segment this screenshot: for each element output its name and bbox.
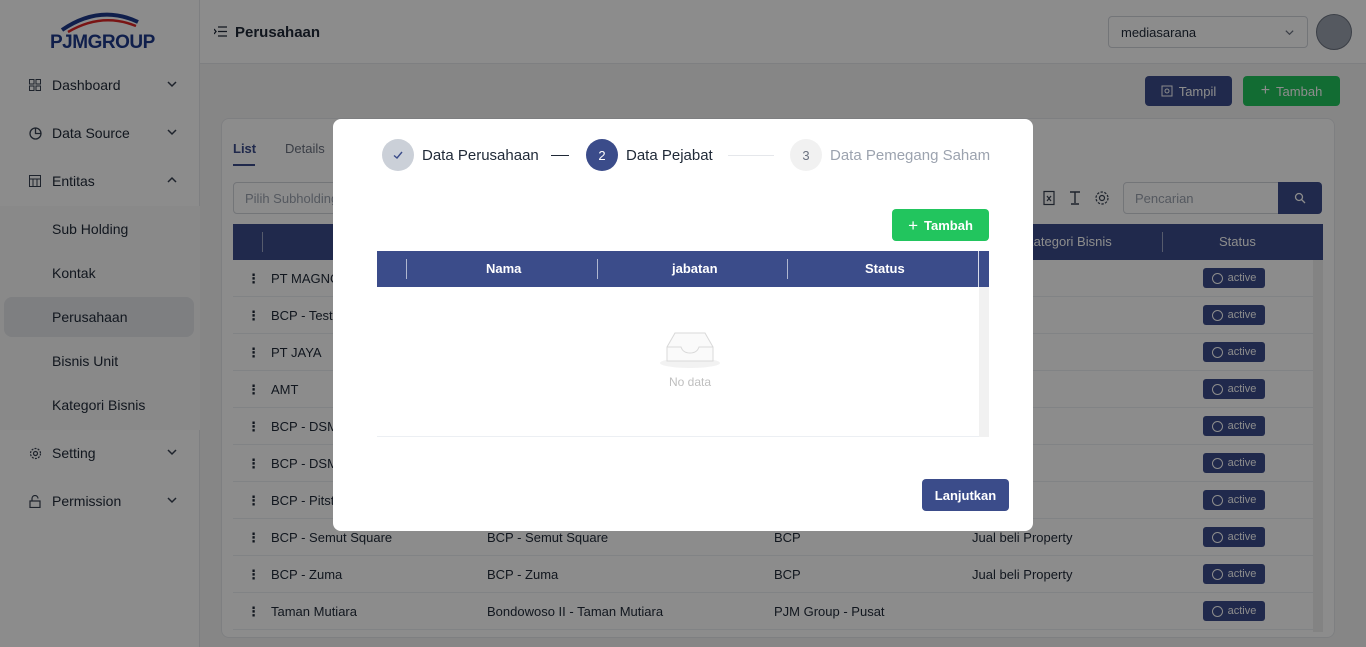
empty-inbox-icon [660,332,720,368]
step-label: Data Pejabat [626,146,713,164]
column-separator [787,259,788,279]
step-label: Data Pemegang Saham [830,146,991,164]
header-status: Status [865,261,905,276]
company-wizard-modal: Data Perusahaan 2 Data Pejabat 3 Data Pe… [333,119,1033,531]
modal-tambah-label: Tambah [924,217,973,233]
pejabat-table-header: Nama jabatan Status [377,251,989,287]
column-separator [597,259,598,279]
step-connector [551,155,569,156]
pejabat-table-scrollbar[interactable] [979,287,989,437]
step-connector [728,155,774,156]
column-separator [406,259,407,279]
modal-tambah-button[interactable]: + Tambah [892,209,989,241]
check-icon [382,139,414,171]
lanjutkan-button[interactable]: Lanjutkan [922,479,1009,511]
empty-text: No data [668,375,712,389]
step-number: 2 [586,139,618,171]
step-data-pemegang-saham[interactable]: 3 Data Pemegang Saham [790,139,990,171]
empty-state: No data [655,327,725,389]
pejabat-table-body: No data [377,287,989,437]
step-data-pejabat[interactable]: 2 Data Pejabat [586,139,713,171]
step-label: Data Perusahaan [422,146,539,164]
step-data-perusahaan[interactable]: Data Perusahaan [382,139,539,171]
column-separator [978,251,979,287]
plus-icon: + [908,215,919,235]
header-jabatan: jabatan [672,261,718,276]
step-number: 3 [790,139,822,171]
header-nama: Nama [486,261,522,276]
